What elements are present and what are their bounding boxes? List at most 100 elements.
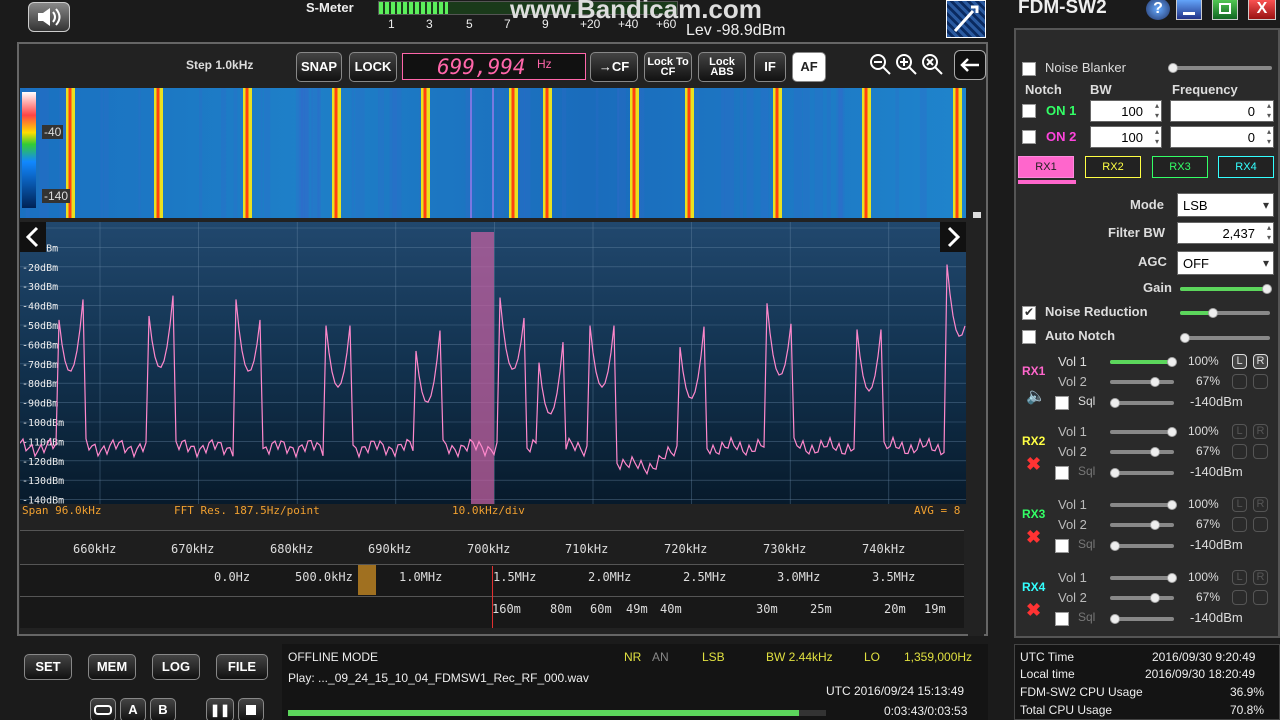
sql-slider[interactable] bbox=[1110, 544, 1174, 548]
maximize-button[interactable] bbox=[1212, 0, 1238, 20]
left-channel-2[interactable] bbox=[1232, 444, 1247, 459]
slider-knob[interactable] bbox=[1150, 447, 1160, 457]
left-channel-button[interactable]: L bbox=[1232, 354, 1247, 369]
step-label[interactable]: Step 1.0kHz bbox=[186, 58, 253, 72]
agc-select[interactable]: OFF bbox=[1177, 251, 1274, 275]
gain-slider[interactable] bbox=[1180, 287, 1270, 291]
scroll-thumb[interactable] bbox=[973, 212, 981, 218]
mem-button[interactable]: MEM bbox=[88, 654, 136, 680]
notch2-bw[interactable]: 100 bbox=[1090, 126, 1162, 148]
slider-knob[interactable] bbox=[1180, 333, 1190, 343]
zoom-reset-button[interactable] bbox=[920, 52, 946, 78]
left-channel-2[interactable] bbox=[1232, 517, 1247, 532]
right-channel-button[interactable]: R bbox=[1253, 354, 1268, 369]
right-channel-2[interactable] bbox=[1253, 590, 1268, 605]
vol2-slider[interactable] bbox=[1110, 523, 1174, 527]
slider-knob[interactable] bbox=[1150, 377, 1160, 387]
vol2-slider[interactable] bbox=[1110, 450, 1174, 454]
notch1-checkbox[interactable] bbox=[1022, 104, 1036, 118]
tab-rx4[interactable]: RX4 bbox=[1218, 156, 1274, 178]
lock-abs-button[interactable]: Lock ABS bbox=[698, 52, 746, 82]
to-cf-button[interactable]: →CF bbox=[590, 52, 638, 82]
pause-button[interactable]: ❚❚ bbox=[206, 698, 234, 720]
playback-progress[interactable] bbox=[288, 710, 826, 716]
slider-knob[interactable] bbox=[1168, 63, 1178, 73]
sql-checkbox[interactable] bbox=[1055, 466, 1069, 480]
muted-speaker-icon[interactable]: ✖ bbox=[1026, 600, 1041, 621]
scroll-right-button[interactable] bbox=[940, 222, 966, 252]
right-channel-2[interactable] bbox=[1253, 517, 1268, 532]
stop-button[interactable] bbox=[238, 698, 264, 720]
passband[interactable] bbox=[471, 232, 494, 504]
if-button[interactable]: IF bbox=[754, 52, 786, 82]
speaker-icon[interactable]: 🔈 bbox=[1026, 386, 1046, 406]
sql-checkbox[interactable] bbox=[1055, 396, 1069, 410]
sql-checkbox[interactable] bbox=[1055, 539, 1069, 553]
muted-speaker-icon[interactable]: ✖ bbox=[1026, 454, 1041, 475]
noise-reduction-slider[interactable] bbox=[1180, 311, 1270, 315]
af-button[interactable]: AF bbox=[792, 52, 826, 82]
slider-knob[interactable] bbox=[1110, 398, 1120, 408]
set-button[interactable]: SET bbox=[24, 654, 72, 680]
left-channel-button[interactable]: L bbox=[1232, 424, 1247, 439]
back-arrow-button[interactable] bbox=[954, 50, 986, 80]
right-channel-button[interactable]: R bbox=[1253, 424, 1268, 439]
notch1-freq[interactable]: 0 bbox=[1170, 100, 1274, 122]
a-button[interactable]: A bbox=[120, 698, 146, 720]
left-channel-2[interactable] bbox=[1232, 590, 1247, 605]
muted-speaker-icon[interactable]: ✖ bbox=[1026, 527, 1041, 548]
slider-knob[interactable] bbox=[1110, 614, 1120, 624]
mode-select[interactable]: LSB bbox=[1177, 193, 1274, 217]
b-button[interactable]: B bbox=[150, 698, 176, 720]
settings-button[interactable] bbox=[946, 0, 986, 38]
vol2-slider[interactable] bbox=[1110, 596, 1174, 600]
tab-rx3[interactable]: RX3 bbox=[1152, 156, 1208, 178]
right-channel-2[interactable] bbox=[1253, 374, 1268, 389]
right-channel-2[interactable] bbox=[1253, 444, 1268, 459]
left-channel-button[interactable]: L bbox=[1232, 497, 1247, 512]
slider-knob[interactable] bbox=[1150, 520, 1160, 530]
loop-button[interactable] bbox=[90, 698, 116, 720]
zoom-out-button[interactable] bbox=[868, 52, 894, 78]
log-button[interactable]: LOG bbox=[152, 654, 200, 680]
slider-knob[interactable] bbox=[1167, 500, 1177, 510]
slider-knob[interactable] bbox=[1262, 284, 1272, 294]
slider-knob[interactable] bbox=[1150, 593, 1160, 603]
lock-button[interactable]: LOCK bbox=[349, 52, 397, 82]
slider-knob[interactable] bbox=[1167, 427, 1177, 437]
vol2-slider[interactable] bbox=[1110, 380, 1174, 384]
right-channel-button[interactable]: R bbox=[1253, 570, 1268, 585]
noise-blanker-slider[interactable] bbox=[1168, 66, 1272, 70]
notch2-checkbox[interactable] bbox=[1022, 130, 1036, 144]
speaker-button[interactable] bbox=[28, 2, 70, 32]
vol1-slider[interactable] bbox=[1110, 360, 1174, 364]
minimize-button[interactable] bbox=[1176, 0, 1202, 20]
vol1-slider[interactable] bbox=[1110, 430, 1174, 434]
lock-to-cf-button[interactable]: Lock To CF bbox=[644, 52, 692, 82]
sql-slider[interactable] bbox=[1110, 401, 1174, 405]
left-channel-2[interactable] bbox=[1232, 374, 1247, 389]
zoom-in-button[interactable] bbox=[894, 52, 920, 78]
tab-rx2[interactable]: RX2 bbox=[1085, 156, 1141, 178]
slider-knob[interactable] bbox=[1110, 541, 1120, 551]
right-channel-button[interactable]: R bbox=[1253, 497, 1268, 512]
slider-knob[interactable] bbox=[1167, 357, 1177, 367]
noise-reduction-checkbox[interactable] bbox=[1022, 306, 1036, 320]
spectrum[interactable]: 0dBm-10dBm-20dBm-30dBm-40dBm-50dBm-60dBm… bbox=[20, 222, 966, 504]
file-button[interactable]: FILE bbox=[216, 654, 268, 680]
close-button[interactable]: X bbox=[1248, 0, 1276, 20]
snap-button[interactable]: SNAP bbox=[296, 52, 342, 82]
vol1-slider[interactable] bbox=[1110, 576, 1174, 580]
auto-notch-checkbox[interactable] bbox=[1022, 330, 1036, 344]
scroll-left-button[interactable] bbox=[20, 222, 46, 252]
waterfall[interactable] bbox=[20, 88, 966, 218]
notch2-freq[interactable]: 0 bbox=[1170, 126, 1274, 148]
waterfall-scrollbar[interactable] bbox=[968, 88, 984, 636]
slider-knob[interactable] bbox=[1167, 573, 1177, 583]
slider-knob[interactable] bbox=[1110, 468, 1120, 478]
frequency-display[interactable]: 699,994 Hz bbox=[402, 53, 586, 80]
sql-slider[interactable] bbox=[1110, 471, 1174, 475]
slider-knob[interactable] bbox=[1208, 308, 1218, 318]
sql-checkbox[interactable] bbox=[1055, 612, 1069, 626]
help-button[interactable]: ? bbox=[1146, 0, 1170, 20]
